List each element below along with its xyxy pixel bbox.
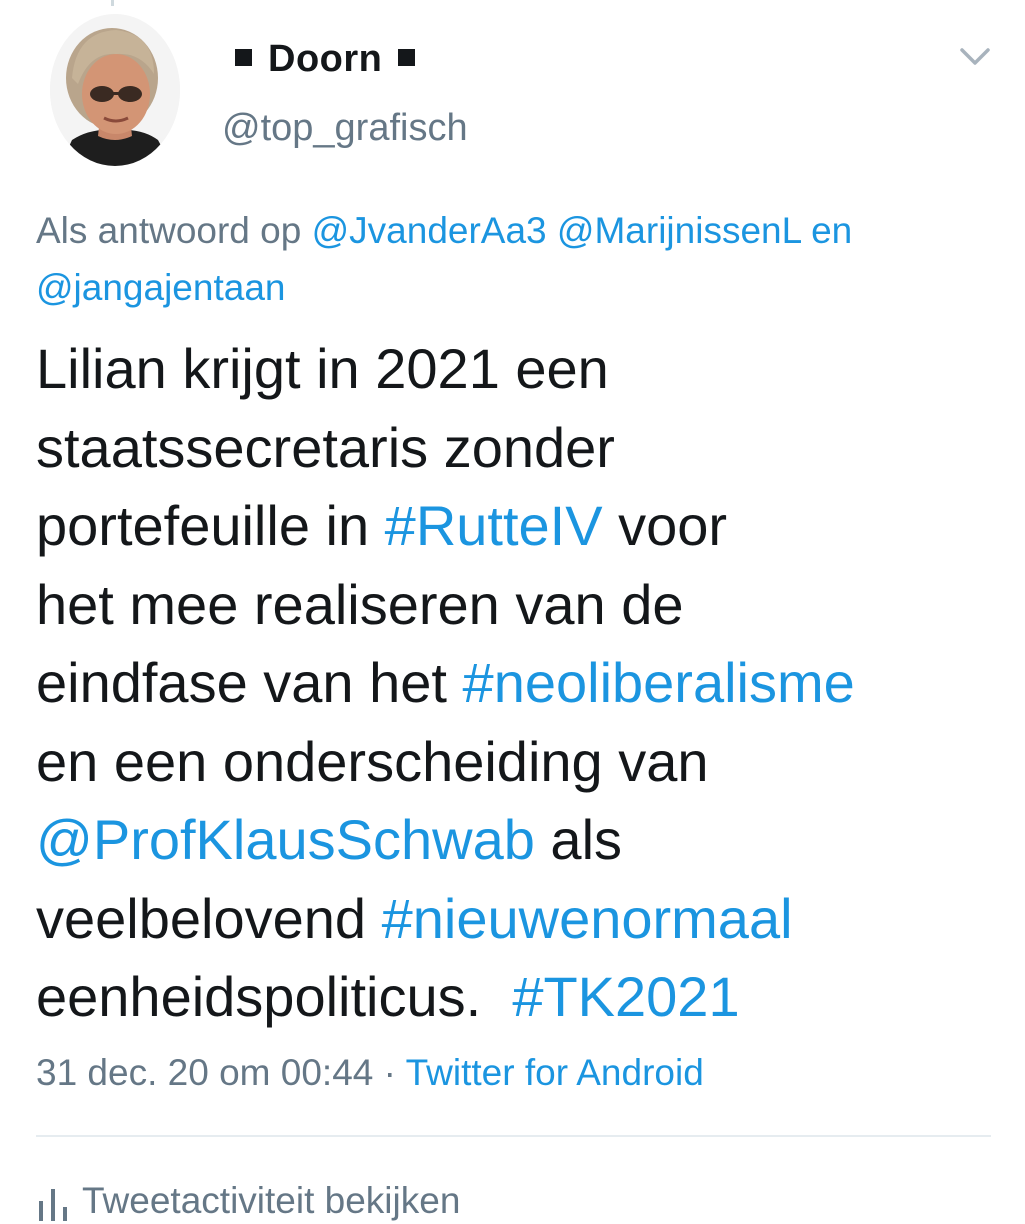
- mention-link[interactable]: @JvanderAa3: [312, 210, 547, 251]
- hashtag-link[interactable]: #nieuwenormaal: [382, 887, 793, 950]
- tweet-text-segment: portefeuille in: [36, 494, 385, 557]
- tweet-text-segment: het mee realiseren van de: [36, 572, 684, 636]
- tweet-text-segment: en een onderscheiding van: [36, 729, 709, 793]
- mention-link[interactable]: @MarijnissenL: [557, 210, 801, 251]
- square-icon: [235, 49, 252, 67]
- tweet-source-link[interactable]: Twitter for Android: [406, 1052, 704, 1093]
- tweet-line: eindfase van het #neoliberalisme: [36, 644, 996, 723]
- tweet-timestamp[interactable]: 31 dec. 20 om 00:44: [36, 1052, 373, 1093]
- tweet-line: en een onderscheiding van: [36, 723, 996, 802]
- tweet-line: Lilian krijgt in 2021 een: [36, 330, 996, 409]
- tweet-text-segment: eenheidspoliticus.: [36, 965, 513, 1028]
- avatar-image: [50, 14, 180, 166]
- thread-connector-line: [111, 0, 114, 6]
- activity-label: Tweetactiviteit bekijken: [82, 1180, 461, 1221]
- mention-link[interactable]: @jangajentaan: [36, 267, 285, 308]
- reply-context: Als antwoord op @JvanderAa3 @Marijnissen…: [36, 202, 996, 316]
- avatar[interactable]: [50, 14, 180, 166]
- author-handle[interactable]: @top_grafisch: [222, 105, 468, 151]
- tweet-text-segment: Lilian krijgt in 2021 een: [36, 337, 609, 400]
- tweet-text-segment: als: [534, 808, 623, 871]
- tweet-line: veelbelovend #nieuwenormaal: [36, 880, 996, 959]
- tweet-line: staatssecretaris zonder: [36, 409, 996, 488]
- tweet-body: Lilian krijgt in 2021 een staatssecretar…: [36, 330, 996, 1037]
- tweet-line: het mee realiseren van de: [36, 566, 996, 645]
- mention-link[interactable]: @ProfKlausSchwab: [36, 808, 535, 871]
- tweet-activity-link[interactable]: Tweetactiviteit bekijken: [36, 1178, 460, 1224]
- square-icon: [398, 49, 416, 67]
- author-display-name[interactable]: Doorn: [235, 36, 416, 82]
- meta-separator: ·: [383, 1052, 396, 1093]
- chevron-down-icon[interactable]: [958, 44, 992, 68]
- tweet-text-segment: staatssecretaris zonder: [36, 415, 615, 479]
- tweet-line: portefeuille in #RutteIV voor: [36, 487, 996, 566]
- reply-prefix: Als antwoord op: [36, 210, 302, 251]
- tweet-line: @ProfKlausSchwab als: [36, 801, 996, 880]
- hashtag-link[interactable]: #TK2021: [512, 965, 739, 1028]
- hashtag-link[interactable]: #neoliberalisme: [463, 651, 855, 714]
- tweet-meta: 31 dec. 20 om 00:44 · Twitter for Androi…: [36, 1048, 704, 1098]
- tweet-text-segment: voor: [602, 494, 728, 557]
- reply-conjunction: en: [811, 210, 853, 251]
- bar-chart-icon: [39, 1189, 67, 1222]
- tweet-text-segment: veelbelovend: [36, 886, 382, 950]
- author-name-text: Doorn: [268, 38, 383, 80]
- hashtag-link[interactable]: #RutteIV: [385, 494, 603, 557]
- tweet-text-segment: eindfase van het: [36, 651, 463, 714]
- divider: [36, 1135, 991, 1137]
- tweet-line: eenheidspoliticus. #TK2021: [36, 958, 996, 1037]
